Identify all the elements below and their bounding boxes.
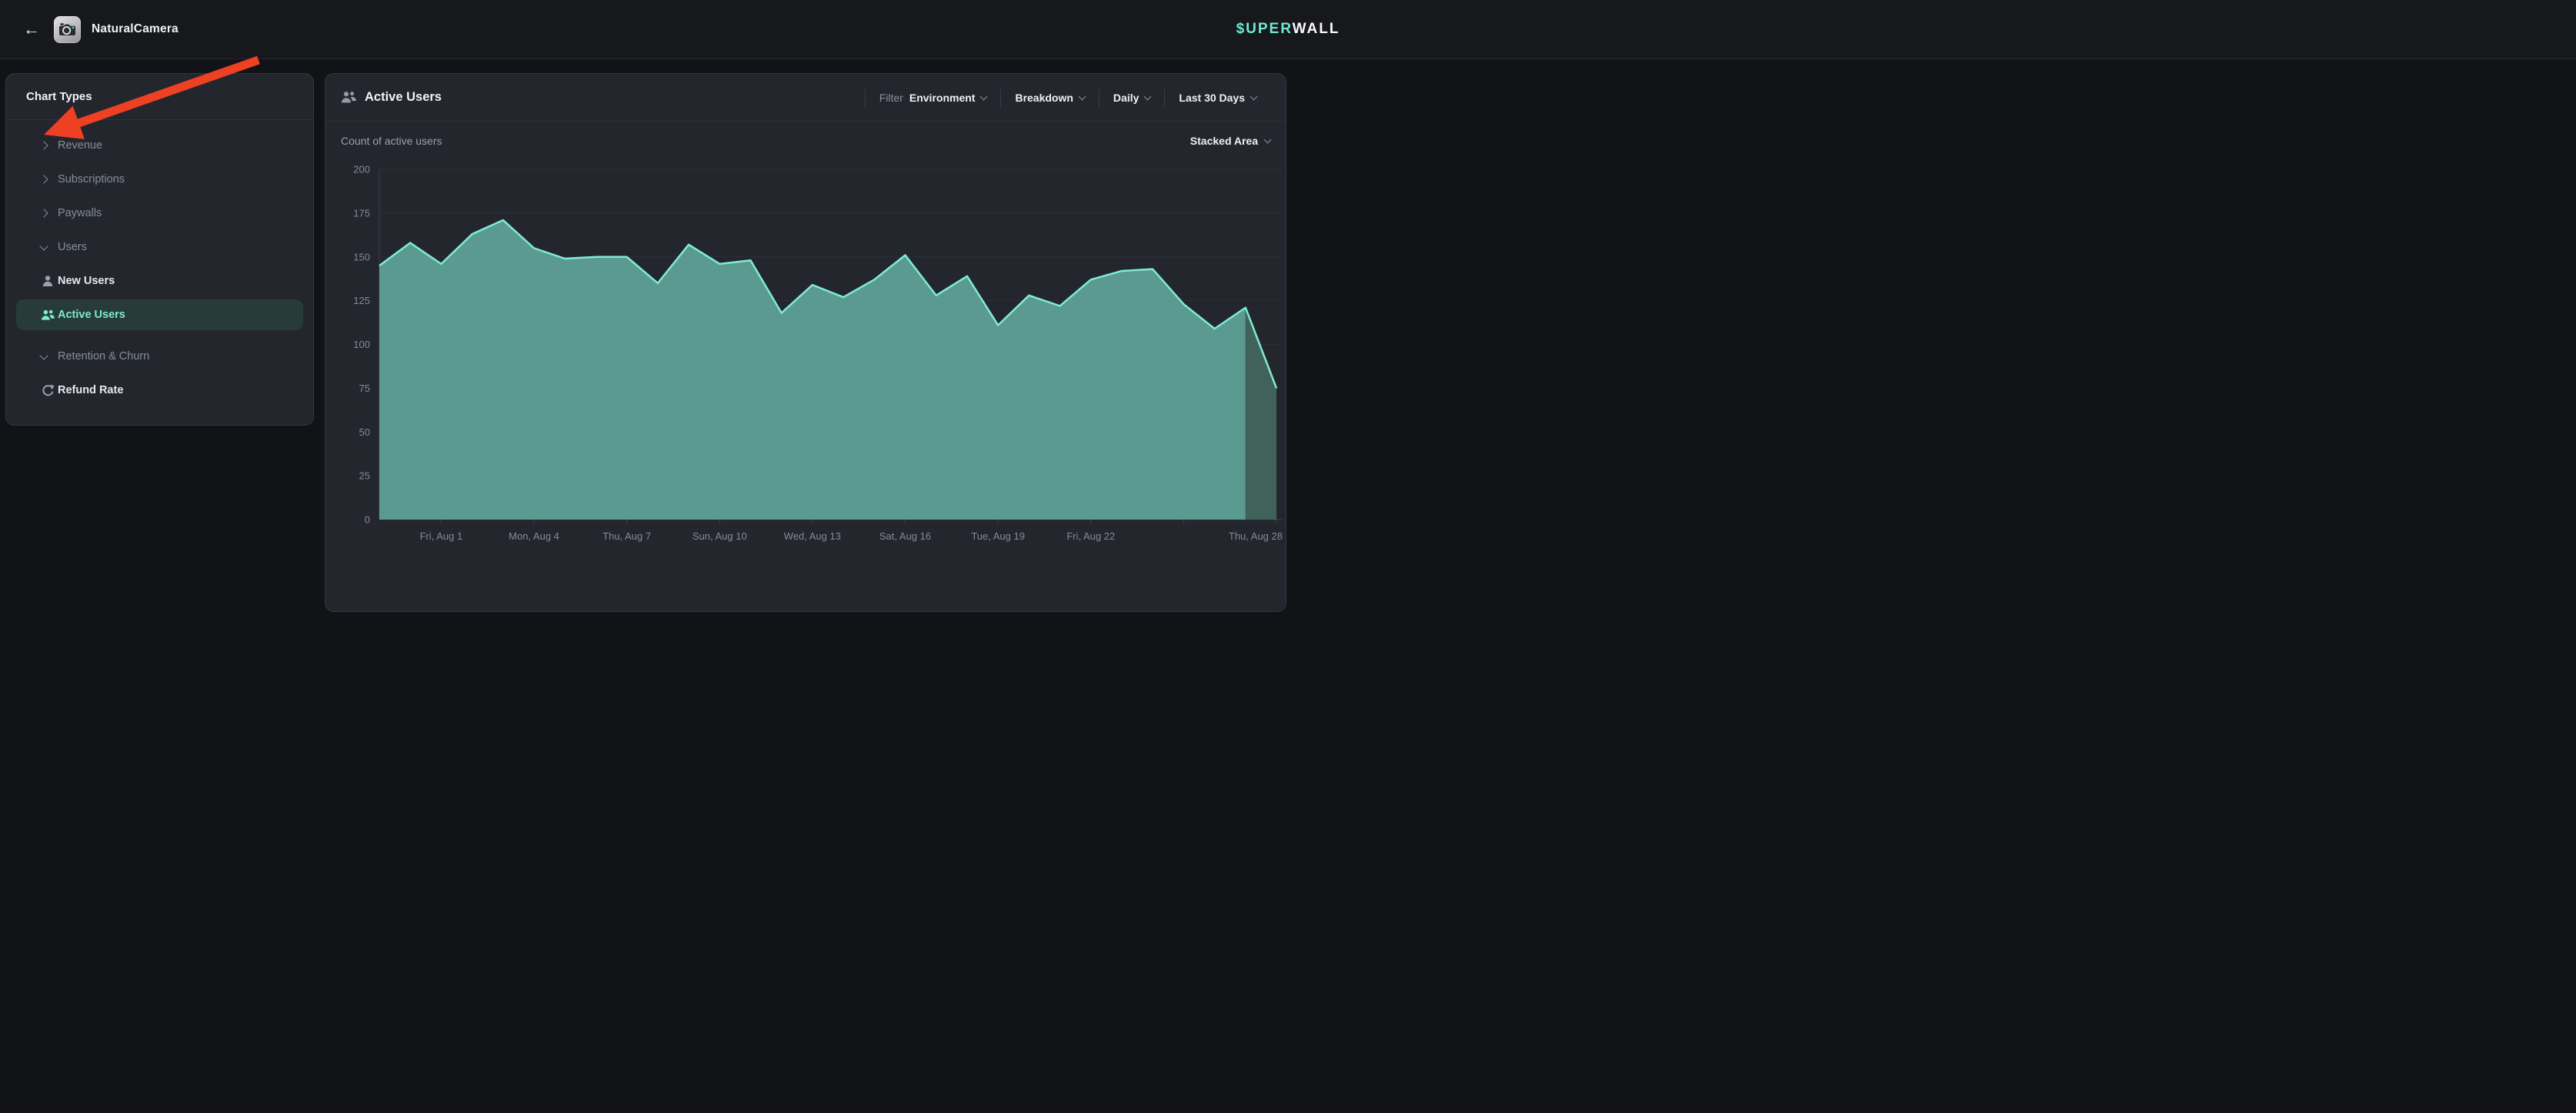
sidebar-item-active-users[interactable]: Active Users [16, 299, 303, 330]
y-axis-tick-label: 75 [359, 383, 370, 394]
date-range-value: Last 30 Days [1179, 92, 1245, 104]
sidebar-item-label: Subscriptions [58, 173, 125, 186]
app-icon [54, 16, 81, 43]
sidebar-item-new-users[interactable]: New Users [16, 264, 303, 298]
breakdown-filter[interactable]: Breakdown [1000, 89, 1098, 107]
users-icon [341, 90, 357, 105]
chevron-down-icon [1264, 136, 1272, 144]
superwall-logo: $UPERWALL [1236, 21, 1340, 38]
top-bar: ← NaturalCamera $UPERWALL [0, 0, 2576, 59]
y-axis-tick-label: 50 [359, 426, 370, 438]
y-axis-tick-label: 25 [359, 470, 370, 482]
date-range-filter[interactable]: Last 30 Days [1164, 89, 1270, 107]
y-axis-tick-label: 200 [353, 164, 370, 175]
chevron-down-icon [1144, 92, 1152, 100]
filter-bar: Filter Environment Breakdown Daily Last … [865, 89, 1270, 107]
chevron-down-icon [1250, 92, 1258, 100]
area-fill [379, 220, 1246, 520]
camera-icon [57, 19, 78, 40]
chevron-down-icon [1078, 92, 1086, 100]
user-icon [41, 274, 58, 288]
chart-types-panel: Chart Types Revenue Subscriptions Paywalls… [5, 73, 314, 426]
sidebar-item-label: Retention & Churn [58, 350, 149, 363]
x-axis-tick-label: Sun, Aug 10 [692, 530, 747, 542]
expand-toggle [41, 246, 58, 249]
y-axis-tick-label: 125 [353, 295, 370, 306]
chevron-down-icon [39, 351, 48, 359]
interval-value: Daily [1113, 92, 1139, 104]
sidebar-item-label: New Users [58, 275, 115, 287]
environment-value: Environment [909, 92, 976, 104]
users-icon [41, 309, 58, 322]
chart-type-selector[interactable]: Stacked Area [1190, 135, 1270, 147]
logo-secondary: WALL [1293, 21, 1340, 37]
chart-type-value: Stacked Area [1190, 135, 1258, 147]
active-users-panel: Active Users Filter Environment Breakdow… [325, 73, 1286, 612]
sidebar-item-paywalls[interactable]: Paywalls [16, 196, 303, 230]
sidebar-item-refund-rate[interactable]: Refund Rate [16, 373, 303, 407]
logo-primary: $UPER [1236, 21, 1293, 37]
expand-toggle [41, 142, 58, 149]
y-axis-tick-label: 0 [365, 514, 370, 526]
x-axis-tick-label: Thu, Aug 7 [602, 530, 651, 542]
area-fill-partial [1246, 308, 1276, 520]
y-axis-tick-label: 100 [353, 339, 370, 350]
sidebar-item-label: Paywalls [58, 207, 102, 219]
sidebar-item-label: Active Users [58, 309, 125, 321]
sidebar-item-revenue[interactable]: Revenue [16, 129, 303, 162]
y-axis-tick-label: 150 [353, 251, 370, 262]
breakdown-value: Breakdown [1015, 92, 1073, 104]
x-axis-tick-label: Wed, Aug 13 [784, 530, 841, 542]
back-button[interactable]: ← [15, 16, 48, 42]
expand-toggle [41, 210, 58, 216]
chevron-down-icon [39, 242, 48, 250]
x-axis-tick-label: Mon, Aug 4 [509, 530, 559, 542]
x-axis-tick-label: Fri, Aug 22 [1066, 530, 1115, 542]
page-title: Active Users [365, 90, 442, 105]
y-axis-tick-label: 175 [353, 207, 370, 219]
x-axis-tick-label: Tue, Aug 19 [971, 530, 1025, 542]
chevron-right-icon [39, 209, 48, 217]
active-users-area-chart: 0 25 50 75 100 125 150 175 200 Fri, Aug 1 Mon, Aug… [325, 151, 1287, 567]
sidebar-item-subscriptions[interactable]: Subscriptions [16, 162, 303, 196]
chart-types-list: Revenue Subscriptions Paywalls Users New Use… [6, 120, 313, 407]
chart-subtitle: Count of active users [341, 135, 442, 147]
chevron-down-icon [980, 92, 988, 100]
environment-filter[interactable]: Filter Environment [865, 89, 1001, 107]
app-name: NaturalCamera [92, 22, 179, 36]
expand-toggle [41, 355, 58, 359]
chevron-right-icon [39, 175, 48, 183]
panel-header: Active Users Filter Environment Breakdow… [325, 74, 1286, 122]
x-axis-tick-label: Sat, Aug 16 [879, 530, 931, 542]
filter-label: Filter [879, 92, 903, 104]
chevron-right-icon [39, 141, 48, 149]
chart-types-title: Chart Types [6, 74, 313, 120]
interval-filter[interactable]: Daily [1099, 89, 1164, 107]
sidebar-item-retention-churn[interactable]: Retention & Churn [16, 339, 303, 373]
sidebar-item-users[interactable]: Users [16, 230, 303, 264]
x-axis-tick-label: Fri, Aug 1 [420, 530, 463, 542]
refresh-icon [41, 383, 58, 397]
sidebar-item-label: Revenue [58, 139, 102, 152]
sidebar-item-label: Users [58, 241, 87, 253]
sidebar-item-label: Refund Rate [58, 384, 123, 396]
expand-toggle [41, 176, 58, 182]
x-axis-tick-label: Thu, Aug 28 [1229, 530, 1283, 542]
